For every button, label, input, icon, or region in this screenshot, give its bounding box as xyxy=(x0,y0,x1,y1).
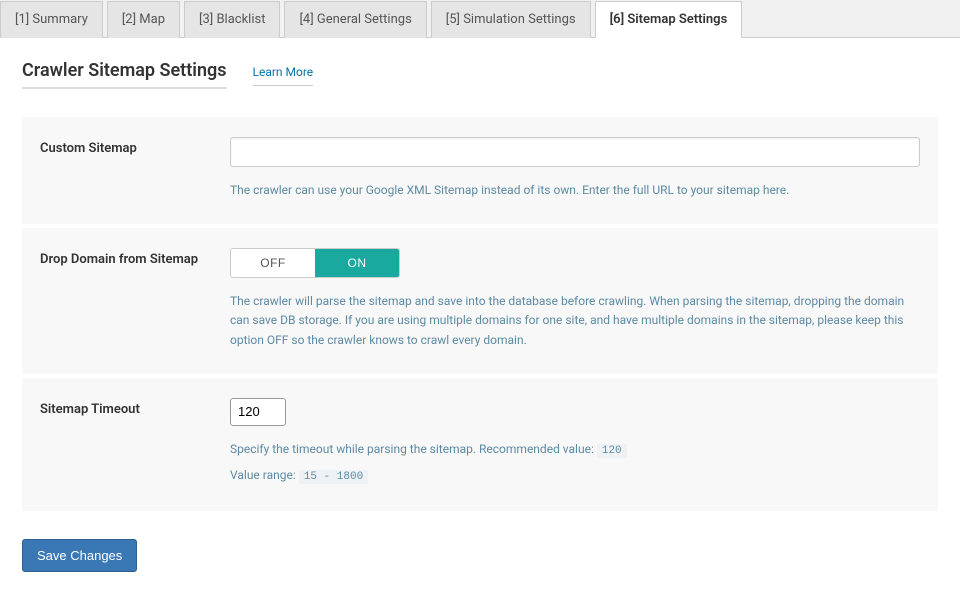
timeout-help-prefix: Specify the timeout while parsing the si… xyxy=(230,442,597,456)
sitemap-timeout-input[interactable] xyxy=(230,398,286,426)
save-button[interactable]: Save Changes xyxy=(22,539,137,572)
setting-row-sitemap-timeout: Sitemap Timeout Specify the timeout whil… xyxy=(22,378,938,511)
setting-row-drop-domain: Drop Domain from Sitemap OFF ON The craw… xyxy=(22,228,938,378)
drop-domain-control: OFF ON The crawler will parse the sitema… xyxy=(230,248,920,350)
drop-domain-label: Drop Domain from Sitemap xyxy=(40,248,230,350)
custom-sitemap-label: Custom Sitemap xyxy=(40,137,230,200)
tab-map[interactable]: [2] Map xyxy=(107,1,180,38)
custom-sitemap-help: The crawler can use your Google XML Site… xyxy=(230,181,920,200)
tabs-bar: [1] Summary [2] Map [3] Blacklist [4] Ge… xyxy=(0,0,960,38)
tab-blacklist[interactable]: [3] Blacklist xyxy=(184,1,280,38)
tab-summary[interactable]: [1] Summary xyxy=(0,1,103,38)
sitemap-timeout-help: Specify the timeout while parsing the si… xyxy=(230,440,920,461)
sitemap-timeout-range: Value range: 15 - 1800 xyxy=(230,466,920,487)
sitemap-timeout-control: Specify the timeout while parsing the si… xyxy=(230,398,920,487)
tab-simulation-settings[interactable]: [5] Simulation Settings xyxy=(431,1,591,38)
sitemap-timeout-label: Sitemap Timeout xyxy=(40,398,230,487)
drop-domain-toggle: OFF ON xyxy=(230,248,400,278)
setting-row-custom-sitemap: Custom Sitemap The crawler can use your … xyxy=(22,117,938,228)
custom-sitemap-input[interactable] xyxy=(230,137,920,167)
custom-sitemap-control: The crawler can use your Google XML Site… xyxy=(230,137,920,200)
tab-content: Crawler Sitemap Settings Learn More Cust… xyxy=(0,38,960,599)
tab-sitemap-settings[interactable]: [6] Sitemap Settings xyxy=(595,1,743,38)
tab-general-settings[interactable]: [4] General Settings xyxy=(284,1,426,38)
timeout-range-values: 15 - 1800 xyxy=(299,470,368,484)
page-title: Crawler Sitemap Settings xyxy=(22,60,227,89)
learn-more-link[interactable]: Learn More xyxy=(253,65,314,86)
drop-domain-off-button[interactable]: OFF xyxy=(231,249,315,277)
settings-panel: Custom Sitemap The crawler can use your … xyxy=(22,117,938,511)
drop-domain-on-button[interactable]: ON xyxy=(315,249,399,277)
timeout-range-prefix: Value range: xyxy=(230,468,299,482)
page-header: Crawler Sitemap Settings Learn More xyxy=(22,60,938,89)
timeout-recommended-value: 120 xyxy=(597,444,627,458)
drop-domain-help: The crawler will parse the sitemap and s… xyxy=(230,292,920,350)
